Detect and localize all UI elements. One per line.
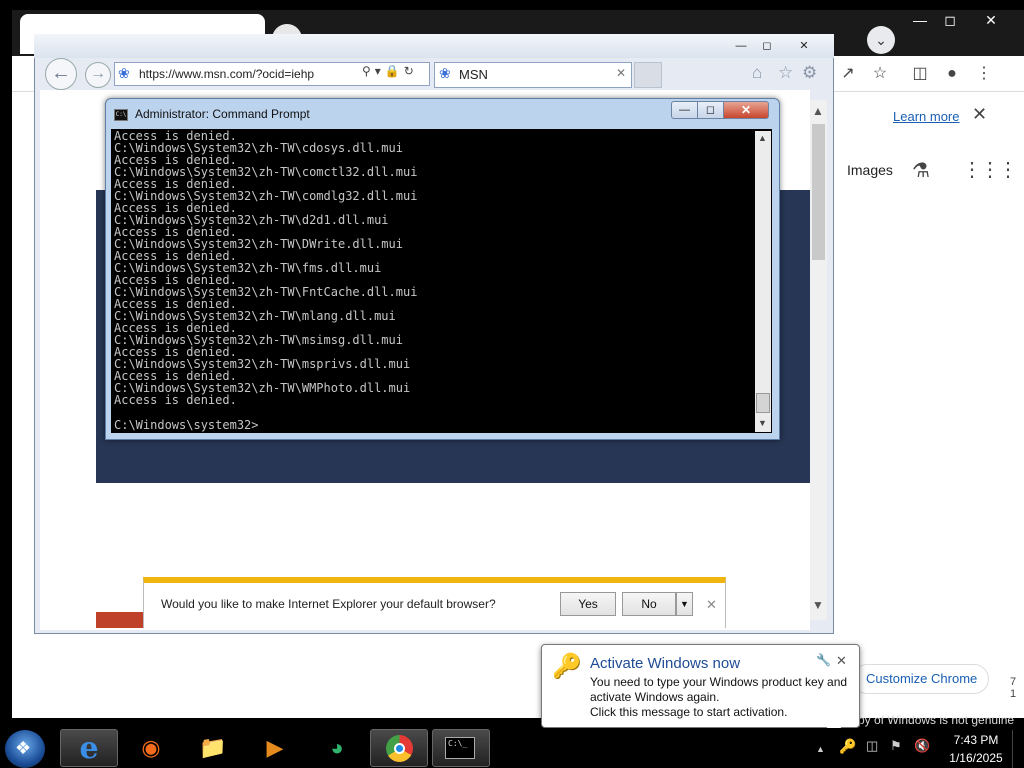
not-genuine-watermark: py of Windows is not genuine — [858, 713, 1015, 727]
activation-key-icon[interactable]: 🔑 — [839, 738, 856, 755]
chrome-maximize-button[interactable]: ◻ — [934, 10, 966, 30]
cmd-prompt-line[interactable]: C:\Windows\system32> — [114, 418, 259, 432]
balloon-title[interactable]: Activate Windows now — [590, 655, 740, 672]
back-arrow-icon[interactable]: ← — [45, 58, 77, 90]
ie-close-button[interactable]: ✕ — [788, 38, 820, 54]
images-link[interactable]: Images — [847, 162, 893, 178]
tab-close-icon[interactable]: ✕ — [616, 66, 626, 80]
keys-icon: 🔑 — [552, 653, 582, 680]
ie-maximize-button[interactable]: ◻ — [754, 38, 780, 54]
chrome-minimize-button[interactable]: — — [904, 10, 936, 30]
show-desktop-button[interactable] — [1012, 730, 1022, 768]
show-hidden-icons-icon[interactable]: ▲ — [816, 744, 825, 754]
home-icon[interactable]: ⌂ — [752, 63, 762, 83]
balloon-text: You need to type your Windows product ke… — [590, 675, 848, 689]
balloon-text: activate Windows again. — [590, 690, 720, 704]
profile-avatar-icon[interactable]: ● — [940, 62, 964, 86]
scroll-up-icon[interactable]: ▲ — [758, 133, 767, 143]
bookmark-star-icon[interactable]: ☆ — [868, 62, 892, 86]
clock-date[interactable]: 1/16/2025 — [944, 751, 1008, 765]
internet-explorer-icon[interactable]: e — [60, 729, 118, 767]
cmd-close-button[interactable]: ✕ — [723, 101, 769, 119]
volume-muted-icon[interactable]: 🔇 — [914, 738, 930, 754]
file-explorer-icon[interactable]: 📁 — [184, 729, 242, 767]
chrome-icon-center — [394, 743, 405, 754]
notification-close-icon[interactable]: ✕ — [706, 597, 717, 613]
chrome-edge-text: 7 1 — [1010, 676, 1017, 700]
cmd-window-icon: C:\ — [114, 109, 128, 121]
favorites-star-icon[interactable]: ☆ — [778, 63, 793, 83]
cmd-output: Access is denied. C:\Windows\System32\zh-… — [114, 130, 754, 406]
firefox-icon[interactable]: ◉ — [122, 729, 180, 767]
forward-arrow-icon[interactable]: → — [85, 62, 111, 88]
close-icon[interactable]: ✕ — [972, 104, 987, 125]
cmd-minimize-button[interactable]: — — [671, 101, 698, 119]
balloon-close-icon[interactable]: ✕ — [836, 653, 847, 669]
windows-logo-icon: ❖ — [15, 738, 32, 758]
cmd-output-line: Access is denied. — [114, 393, 237, 407]
chrome-menu-icon[interactable]: ⋮ — [972, 62, 996, 86]
address-bar-actions-icon[interactable]: ⚲▾🔒↻ — [362, 64, 418, 78]
ie-minimize-button[interactable]: — — [728, 38, 754, 54]
msn-butterfly-icon: ❀ — [439, 65, 451, 81]
balloon-text[interactable]: Click this message to start activation. — [590, 705, 787, 719]
scroll-down-icon[interactable]: ▼ — [758, 418, 767, 428]
labs-flask-icon[interactable]: ⚗ — [912, 158, 930, 183]
ie-title-bar[interactable] — [34, 34, 834, 58]
google-apps-icon[interactable]: ⋮⋮⋮ — [962, 157, 1018, 182]
scroll-down-icon[interactable]: ▼ — [812, 598, 824, 612]
chrome-close-button[interactable]: ✕ — [966, 10, 1016, 30]
share-icon[interactable]: ↗ — [836, 62, 860, 86]
cmd-title[interactable]: Administrator: Command Prompt — [135, 107, 310, 121]
cmd-maximize-button[interactable]: ◻ — [697, 101, 724, 119]
default-browser-prompt: Would you like to make Internet Explorer… — [161, 597, 496, 611]
ie-tab-msn[interactable]: MSN — [434, 62, 632, 88]
tab-search-icon[interactable]: ⌄ — [867, 26, 895, 54]
cmd-scroll-thumb[interactable] — [756, 393, 770, 413]
msn-red-block — [96, 612, 146, 628]
ie-new-tab-button[interactable] — [634, 62, 662, 88]
learn-more-link[interactable]: Learn more — [893, 109, 959, 124]
ie-scroll-thumb[interactable] — [812, 124, 825, 260]
network-icon[interactable]: ◫ — [866, 738, 878, 754]
settings-gear-icon[interactable]: ⚙ — [802, 63, 817, 83]
scroll-up-icon[interactable]: ▲ — [812, 104, 824, 118]
no-button[interactable]: No — [622, 592, 676, 616]
media-player-icon[interactable]: ▶ — [246, 729, 304, 767]
msn-butterfly-icon: ❀ — [118, 65, 130, 81]
cmd-scrollbar[interactable] — [755, 131, 771, 432]
command-prompt-icon: C:\_ — [445, 737, 475, 759]
side-panel-icon[interactable]: ◫ — [908, 62, 932, 86]
customize-chrome-button[interactable]: Customize Chrome — [852, 664, 989, 694]
no-dropdown-arrow-icon[interactable]: ▼ — [676, 592, 693, 616]
action-center-flag-icon[interactable]: ⚑ — [890, 738, 902, 754]
clock-time[interactable]: 7:43 PM — [950, 733, 1002, 747]
edge-icon[interactable]: ◕ — [308, 729, 366, 767]
wrench-settings-icon[interactable]: 🔧 — [816, 653, 831, 667]
yes-button[interactable]: Yes — [560, 592, 616, 616]
